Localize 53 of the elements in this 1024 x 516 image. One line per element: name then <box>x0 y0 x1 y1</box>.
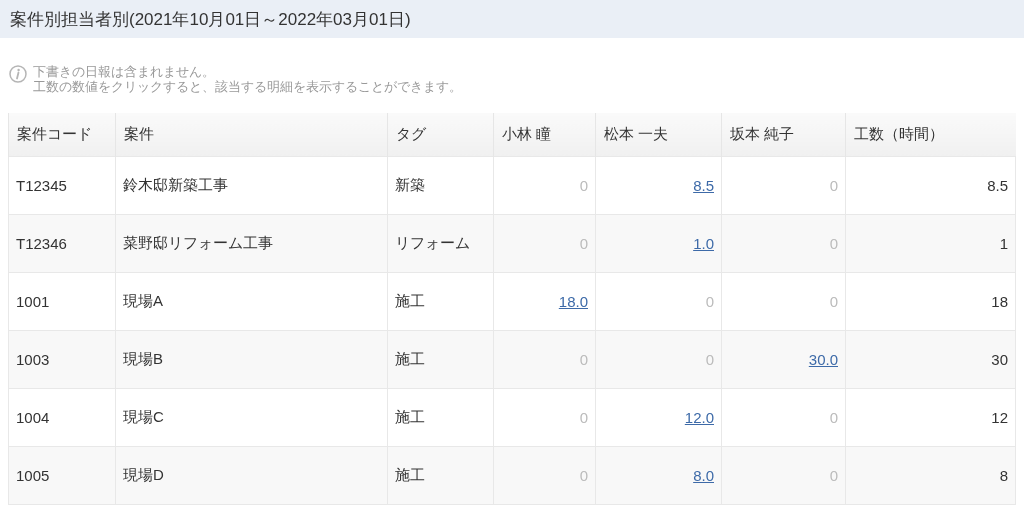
table-cell: 現場A <box>115 272 388 331</box>
zero-value: 0 <box>829 467 838 484</box>
table-cell: 鈴木邸新築工事 <box>115 156 388 215</box>
table-cell: 施工 <box>387 388 494 447</box>
hours-link[interactable]: 8.0 <box>693 467 714 484</box>
zero-value: 0 <box>829 409 838 426</box>
info-icon <box>9 65 27 83</box>
zero-value: 0 <box>705 293 714 310</box>
report-title: 案件別担当者別(2021年10月01日～2022年03月01日) <box>10 8 411 31</box>
table-cell: リフォーム <box>387 214 494 273</box>
zero-value: 0 <box>579 235 588 252</box>
table-cell: 新築 <box>387 156 494 215</box>
table-cell: 1005 <box>8 446 116 505</box>
table-cell: 現場C <box>115 388 388 447</box>
column-header: 案件コード <box>8 113 116 157</box>
info-note: 下書きの日報は含まれません。 <box>33 64 216 79</box>
zero-value: 0 <box>705 351 714 368</box>
zero-value: 0 <box>579 177 588 194</box>
table-cell: 施工 <box>387 272 494 331</box>
table-cell: 施工 <box>387 446 494 505</box>
table-cell: 1003 <box>8 330 116 389</box>
zero-value: 0 <box>829 235 838 252</box>
table-cell: 8 <box>845 446 1016 505</box>
table-cell: 30 <box>845 330 1016 389</box>
table-cell: 1004 <box>8 388 116 447</box>
zero-value: 0 <box>579 351 588 368</box>
table-cell: T12345 <box>8 156 116 215</box>
table-cell: T12346 <box>8 214 116 273</box>
table-cell: 現場B <box>115 330 388 389</box>
column-header: 松本 一夫 <box>595 113 722 157</box>
zero-value: 0 <box>579 467 588 484</box>
table-cell: 1001 <box>8 272 116 331</box>
zero-value: 0 <box>829 177 838 194</box>
table-cell: 現場D <box>115 446 388 505</box>
hours-link[interactable]: 12.0 <box>684 409 714 426</box>
hours-link[interactable]: 8.5 <box>693 177 714 194</box>
zero-value: 0 <box>829 293 838 310</box>
column-header: 小林 瞳 <box>493 113 596 157</box>
zero-value: 0 <box>579 409 588 426</box>
column-header: タグ <box>387 113 494 157</box>
table-cell: 菜野邸リフォーム工事 <box>115 214 388 273</box>
hours-link[interactable]: 1.0 <box>693 235 714 252</box>
table-cell: 8.5 <box>845 156 1016 215</box>
table-cell: 18 <box>845 272 1016 331</box>
hours-link[interactable]: 30.0 <box>808 351 838 368</box>
table-cell: 12 <box>845 388 1016 447</box>
column-header: 工数（時間） <box>845 113 1016 157</box>
hours-link[interactable]: 18.0 <box>558 293 588 310</box>
table-cell: 1 <box>845 214 1016 273</box>
column-header: 坂本 純子 <box>721 113 846 157</box>
info-note: 工数の数値をクリックすると、該当する明細を表示することができます。 <box>33 79 462 94</box>
table-cell: 施工 <box>387 330 494 389</box>
column-header: 案件 <box>115 113 388 157</box>
